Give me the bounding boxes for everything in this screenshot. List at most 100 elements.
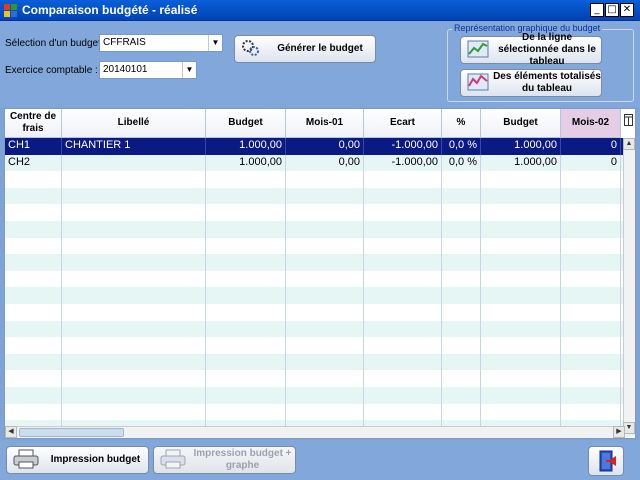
- table-cell[interactable]: [286, 353, 364, 371]
- table-cell[interactable]: [62, 337, 206, 354]
- table-cell[interactable]: [206, 220, 286, 238]
- table-cell[interactable]: [5, 171, 62, 188]
- table-cell[interactable]: [442, 220, 481, 238]
- table-cell[interactable]: 0,0 %: [442, 154, 481, 172]
- table-cell[interactable]: [5, 220, 62, 238]
- table-cell[interactable]: [561, 337, 621, 354]
- table-cell[interactable]: [364, 386, 442, 404]
- table-cell[interactable]: [442, 303, 481, 321]
- table-cell[interactable]: 0: [561, 154, 621, 172]
- table-cell[interactable]: [481, 337, 561, 354]
- table-cell[interactable]: [481, 254, 561, 271]
- table-row[interactable]: [5, 187, 635, 205]
- table-row[interactable]: [5, 254, 635, 271]
- table-cell[interactable]: [206, 353, 286, 371]
- table-cell[interactable]: -1.000,00: [364, 154, 442, 172]
- column-chooser-icon[interactable]: [624, 114, 634, 128]
- table-cell[interactable]: [5, 187, 62, 205]
- table-cell[interactable]: [5, 287, 62, 304]
- table-cell[interactable]: [62, 370, 206, 387]
- table-cell[interactable]: -1.000,00: [364, 138, 442, 155]
- table-cell[interactable]: [62, 187, 206, 205]
- table-row[interactable]: [5, 220, 635, 238]
- table-row[interactable]: [5, 171, 635, 188]
- table-cell[interactable]: [206, 403, 286, 421]
- table-cell[interactable]: [364, 220, 442, 238]
- graph-totals-button[interactable]: Des éléments totalisés du tableau: [460, 69, 602, 97]
- table-cell[interactable]: 0,0 %: [442, 138, 481, 155]
- table-cell[interactable]: [561, 353, 621, 371]
- table-cell[interactable]: [561, 270, 621, 288]
- table-cell[interactable]: [206, 237, 286, 255]
- table-cell[interactable]: [364, 204, 442, 221]
- table-cell[interactable]: [481, 370, 561, 387]
- table-cell[interactable]: [5, 254, 62, 271]
- table-row[interactable]: [5, 337, 635, 354]
- table-cell[interactable]: [286, 337, 364, 354]
- graph-selected-line-button[interactable]: De la ligne sélectionnée dans le tableau: [460, 32, 602, 67]
- table-cell[interactable]: 1.000,00: [481, 138, 561, 155]
- chevron-down-icon[interactable]: ▼: [208, 35, 222, 51]
- table-cell[interactable]: [5, 303, 62, 321]
- table-cell[interactable]: [286, 370, 364, 387]
- column-header[interactable]: %: [442, 109, 481, 138]
- column-header[interactable]: Budget: [206, 109, 286, 138]
- column-header[interactable]: Budget: [481, 109, 561, 138]
- table-cell[interactable]: [62, 353, 206, 371]
- table-cell[interactable]: [206, 171, 286, 188]
- table-cell[interactable]: [442, 320, 481, 338]
- print-budget-graph-button[interactable]: Impression budget + graphe: [153, 446, 296, 474]
- table-cell[interactable]: [561, 220, 621, 238]
- table-cell[interactable]: [442, 270, 481, 288]
- exercise-select[interactable]: 20140101 ▼: [99, 61, 197, 79]
- column-header[interactable]: Mois-02: [561, 109, 621, 138]
- table-cell[interactable]: [286, 204, 364, 221]
- table-cell[interactable]: 1.000,00: [206, 154, 286, 172]
- table-cell[interactable]: [206, 303, 286, 321]
- close-button[interactable]: ✕: [620, 3, 634, 17]
- table-cell[interactable]: [5, 337, 62, 354]
- table-cell[interactable]: [5, 237, 62, 255]
- table-cell[interactable]: [62, 320, 206, 338]
- table-cell[interactable]: [206, 320, 286, 338]
- table-cell[interactable]: [286, 254, 364, 271]
- table-cell[interactable]: [561, 254, 621, 271]
- exit-button[interactable]: [588, 446, 624, 476]
- column-header[interactable]: Ecart: [364, 109, 442, 138]
- table-cell[interactable]: 1.000,00: [206, 138, 286, 155]
- table-cell[interactable]: [442, 287, 481, 304]
- horizontal-scrollbar[interactable]: ◀ ▶: [5, 426, 625, 438]
- table-cell[interactable]: [481, 386, 561, 404]
- table-cell[interactable]: [561, 237, 621, 255]
- table-row[interactable]: [5, 287, 635, 304]
- table-cell[interactable]: [364, 171, 442, 188]
- table-cell[interactable]: [364, 353, 442, 371]
- table-cell[interactable]: [5, 386, 62, 404]
- table-row[interactable]: [5, 303, 635, 321]
- table-cell[interactable]: [62, 154, 206, 172]
- table-cell[interactable]: [5, 353, 62, 371]
- table-cell[interactable]: 0: [561, 138, 621, 155]
- table-cell[interactable]: [62, 171, 206, 188]
- table-cell[interactable]: [364, 303, 442, 321]
- table-cell[interactable]: [561, 303, 621, 321]
- table-cell[interactable]: [442, 254, 481, 271]
- table-cell[interactable]: [442, 370, 481, 387]
- table-cell[interactable]: [206, 187, 286, 205]
- table-cell[interactable]: [561, 187, 621, 205]
- table-row[interactable]: CH2 1.000,00 0,00 -1.000,00 0,0 % 1.000,00 0: [5, 154, 635, 172]
- table-cell[interactable]: [442, 237, 481, 255]
- table-cell[interactable]: [286, 187, 364, 205]
- table-cell[interactable]: [481, 270, 561, 288]
- table-row[interactable]: [5, 353, 635, 371]
- table-cell[interactable]: [286, 220, 364, 238]
- table-cell[interactable]: [62, 386, 206, 404]
- table-row[interactable]: [5, 237, 635, 255]
- column-header[interactable]: Centre de frais: [5, 109, 62, 138]
- table-cell[interactable]: [5, 403, 62, 421]
- column-header[interactable]: Libellé: [62, 109, 206, 138]
- table-cell[interactable]: 0,00: [286, 154, 364, 172]
- chevron-down-icon[interactable]: ▼: [182, 62, 196, 78]
- budget-select[interactable]: CFFRAIS ▼: [99, 34, 223, 52]
- table-row[interactable]: [5, 370, 635, 387]
